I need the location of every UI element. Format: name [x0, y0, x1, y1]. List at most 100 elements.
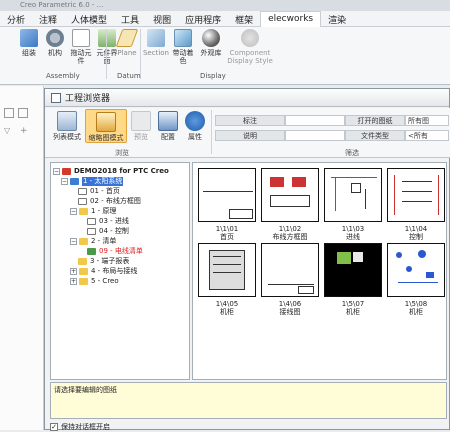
group-datum: Datum	[117, 72, 141, 80]
tree-node-page-03[interactable]: 03 - 进线	[87, 217, 129, 226]
shaded-edges-button[interactable]: 带动着色	[170, 29, 196, 65]
drawing-preview	[261, 168, 319, 222]
tree-node-creo[interactable]: + 5 - Creo	[70, 277, 119, 286]
list-mode-label: 列表模式	[53, 133, 81, 141]
tree-node-project[interactable]: − DEMO2018 for PTC Creo	[53, 167, 169, 176]
mechanism-button[interactable]: 机构	[42, 29, 68, 57]
menu-view[interactable]: 视图	[146, 11, 178, 27]
tag-field[interactable]	[285, 115, 345, 126]
gear-icon	[46, 29, 64, 47]
appearance-gallery-button[interactable]: 外观库	[196, 29, 226, 57]
dialog-titlebar: 工程浏览器	[45, 89, 449, 107]
menu-framework[interactable]: 框架	[228, 11, 260, 27]
tree-node-solar-system[interactable]: − 1 - 太阳系统	[61, 177, 124, 186]
drag-component-label: 拖动元件	[70, 49, 92, 65]
drawing-preview	[261, 243, 319, 297]
book-icon	[70, 178, 79, 185]
model-tree-panel: ▽ +	[0, 86, 44, 430]
keep-open-label: 保持对话框开启	[61, 423, 110, 431]
desc-field[interactable]	[285, 130, 345, 141]
tree-node-principle[interactable]: − 1 - 原理	[70, 207, 116, 216]
plane-label: Plane	[117, 49, 137, 57]
tree-node-page-04[interactable]: 04 - 控制	[87, 227, 129, 236]
list-icon	[57, 111, 77, 131]
config-button[interactable]: 配置	[157, 111, 179, 141]
tree-node-layout[interactable]: + 4 - 布局与接线	[70, 267, 137, 276]
tag-label: 标注	[215, 115, 285, 126]
preview-button[interactable]: 预览	[130, 111, 152, 141]
drag-component-button[interactable]: 拖动元件	[68, 29, 94, 65]
drawing-preview	[198, 168, 256, 222]
thumbnail-item[interactable]: 1\1\03 进线	[324, 168, 382, 246]
page-icon	[78, 198, 87, 205]
info-icon	[185, 111, 205, 131]
folder-icon	[79, 208, 88, 215]
section-label: Section	[142, 49, 169, 57]
group-assembly: Assembly	[46, 72, 80, 80]
thumbnail-item[interactable]: 1\4\06 接线图	[261, 243, 319, 321]
tree-icon[interactable]	[4, 108, 14, 118]
keep-open-checkbox[interactable]: ✓ 保持对话框开启	[50, 422, 110, 432]
menu-applications[interactable]: 应用程序	[178, 11, 228, 27]
component-display-style-button[interactable]: Component Display Style	[226, 29, 274, 65]
page-icon	[87, 218, 96, 225]
filter-icon[interactable]: ▽	[4, 126, 10, 135]
columns-icon[interactable]	[18, 108, 28, 118]
thumbnail-item[interactable]: 1\5\08 机柜	[387, 243, 445, 321]
collapse-icon[interactable]: −	[61, 178, 68, 185]
section-button[interactable]: Section	[141, 29, 171, 57]
collapse-icon[interactable]: −	[70, 208, 77, 215]
component-display-style-label: Component Display Style	[227, 49, 273, 65]
assemble-icon	[20, 29, 38, 47]
shaded-edges-label: 带动着色	[172, 49, 194, 65]
drawing-preview	[324, 168, 382, 222]
dialog-icon	[51, 92, 61, 103]
properties-label: 属性	[188, 133, 202, 141]
section-icon	[147, 29, 165, 47]
drawing-preview	[387, 243, 445, 297]
filetype-select[interactable]: <所有	[405, 130, 449, 141]
project-tree: − DEMO2018 for PTC Creo − 1 - 太阳系统 01 - …	[50, 162, 190, 380]
drawing-preview	[324, 243, 382, 297]
thumbnail-item[interactable]: 1\1\04 控制	[387, 168, 445, 246]
thumbnail-item[interactable]: 1\1\01 首页	[198, 168, 256, 246]
tree-node-page-02[interactable]: 02 - 布线方框图	[78, 197, 141, 206]
menu-manikin[interactable]: 人体模型	[64, 11, 114, 27]
tree-node-terminal-report[interactable]: 3 - 端子报表	[78, 257, 129, 266]
folder-icon	[79, 268, 88, 275]
main-ribbon: 组装 机构 拖动元件 元件界面 Plane Section 带动着色 外观库 C…	[0, 27, 450, 85]
thumbnail-item[interactable]: 1\5\07 机柜	[324, 243, 382, 321]
collapse-icon[interactable]: −	[70, 238, 77, 245]
list-mode-button[interactable]: 列表模式	[51, 111, 83, 141]
assemble-button[interactable]: 组装	[16, 29, 42, 57]
thumbnail-item[interactable]: 1\4\05 机柜	[198, 243, 256, 321]
preview-icon	[131, 111, 151, 131]
add-icon[interactable]: +	[20, 126, 28, 136]
folder-icon	[79, 238, 88, 245]
tree-node-wire-list[interactable]: 09 - 电线清单	[87, 247, 143, 256]
menu-analysis[interactable]: 分析	[0, 11, 32, 27]
expand-icon[interactable]: +	[70, 268, 77, 275]
menu-render[interactable]: 渲染	[321, 11, 353, 27]
group-filter-label: 筛选	[345, 149, 359, 157]
desc-label: 说明	[215, 130, 285, 141]
menu-elecworks[interactable]: elecworks	[260, 11, 322, 27]
tree-node-list[interactable]: − 2 - 清单	[70, 237, 116, 246]
plane-button[interactable]: Plane	[110, 29, 144, 57]
tree-node-page-01[interactable]: 01 - 首页	[78, 187, 120, 196]
mechanism-label: 机构	[48, 49, 62, 57]
filetype-label: 文件类型	[345, 130, 405, 141]
properties-button[interactable]: 属性	[184, 111, 206, 141]
dialog-title: 工程浏览器	[65, 94, 111, 104]
folder-icon	[78, 258, 87, 265]
collapse-icon[interactable]: −	[53, 168, 60, 175]
expand-icon[interactable]: +	[70, 278, 77, 285]
thumbnail-mode-button[interactable]: 缩略图模式	[85, 109, 127, 143]
config-icon	[158, 111, 178, 131]
opened-drawings-select[interactable]: 所有图	[405, 115, 449, 126]
thumbnail-icon	[96, 112, 116, 132]
thumbnail-item[interactable]: 1\1\02 布线方框图	[261, 168, 319, 246]
preview-label: 预览	[134, 133, 148, 141]
menu-tools[interactable]: 工具	[114, 11, 146, 27]
menu-annotate[interactable]: 注释	[32, 11, 64, 27]
